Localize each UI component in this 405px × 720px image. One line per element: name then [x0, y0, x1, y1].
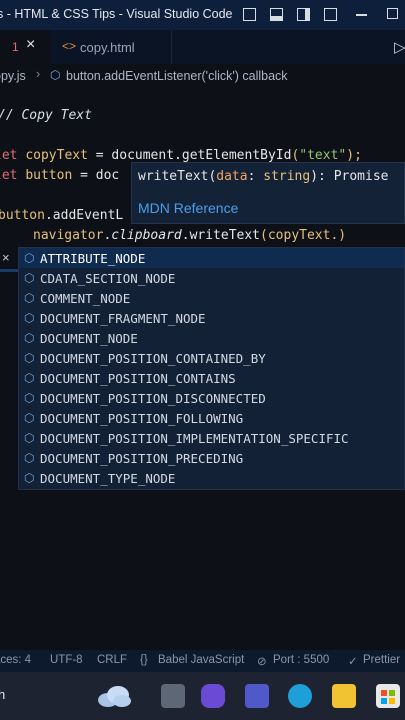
- close-suggestions-icon[interactable]: ×: [2, 250, 10, 265]
- broadcast-icon: ⊘: [257, 656, 267, 668]
- field-icon: ⬡: [24, 451, 35, 465]
- status-language[interactable]: Babel JavaScript: [158, 654, 244, 666]
- field-icon: ⬡: [24, 371, 35, 385]
- status-live-server-port[interactable]: Port : 5500: [273, 654, 329, 666]
- suggestion-item[interactable]: ⬡ DOCUMENT_POSITION_FOLLOWING: [19, 408, 404, 428]
- window-title: s - HTML & CSS Tips - Visual Studio Code: [0, 7, 233, 21]
- field-icon: ⬡: [24, 331, 35, 345]
- minimize-button[interactable]: [356, 14, 367, 16]
- edge-browser-icon[interactable]: [288, 684, 312, 708]
- task-view-icon[interactable]: [161, 684, 185, 708]
- breadcrumb-file[interactable]: opy.js: [0, 69, 26, 83]
- suggestion-item[interactable]: ⬡ CDATA_SECTION_NODE: [19, 268, 404, 288]
- suggestion-item[interactable]: ⬡ DOCUMENT_FRAGMENT_NODE: [19, 308, 404, 328]
- breadcrumb: opy.js › ⬡ button.addEventListener('clic…: [0, 64, 405, 88]
- status-indentation[interactable]: aces: 4: [0, 654, 31, 666]
- toggle-secondary-sidebar-icon[interactable]: [297, 8, 310, 21]
- field-icon: ⬡: [24, 351, 35, 365]
- code-line-button: let button = doc: [0, 168, 120, 183]
- video-call-app-icon[interactable]: [201, 684, 225, 708]
- title-bar: s - HTML & CSS Tips - Visual Studio Code: [0, 0, 405, 30]
- code-line-writetext: navigator.clipboard.writeText(copyText.): [33, 228, 347, 243]
- suggestion-item[interactable]: ⬡ ATTRIBUTE_NODE: [19, 248, 404, 268]
- code-comment: // Copy Text: [0, 108, 92, 123]
- status-prettier[interactable]: Prettier: [363, 654, 400, 666]
- suggestion-item[interactable]: ⬡ COMMENT_NODE: [19, 288, 404, 308]
- maximize-button[interactable]: [387, 8, 398, 19]
- field-icon: ⬡: [24, 471, 35, 485]
- braces-icon: {}: [140, 654, 148, 666]
- close-tab-icon[interactable]: ×: [26, 36, 35, 54]
- field-icon: ⬡: [24, 251, 35, 265]
- breadcrumb-symbol[interactable]: button.addEventListener('click') callbac…: [66, 69, 288, 83]
- editor-tabs: 1 × <> copy.html ▷: [0, 30, 405, 64]
- html-file-icon: <>: [62, 39, 77, 53]
- weather-cloud-icon[interactable]: [96, 684, 132, 708]
- signature-text: writeText(data: string): Promise: [138, 169, 389, 184]
- suggestion-item[interactable]: ⬡ DOCUMENT_POSITION_DISCONNECTED: [19, 388, 404, 408]
- status-eol[interactable]: CRLF: [97, 654, 127, 666]
- tab-problem-count: 1: [12, 40, 19, 54]
- code-line-copytext: let copyText = document.getElementById("…: [0, 148, 362, 163]
- field-icon: ⬡: [24, 291, 35, 305]
- status-bar: aces: 4 UTF-8 CRLF {} Babel JavaScript ⊘…: [0, 650, 405, 672]
- field-icon: ⬡: [24, 411, 35, 425]
- field-icon: ⬡: [24, 391, 35, 405]
- field-icon: ⬡: [24, 431, 35, 445]
- file-explorer-icon[interactable]: [332, 684, 356, 708]
- field-icon: ⬡: [24, 311, 35, 325]
- store-app-icon[interactable]: [376, 684, 400, 708]
- suggestion-item[interactable]: ⬡ DOCUMENT_TYPE_NODE: [19, 468, 404, 488]
- breadcrumb-separator: ›: [36, 67, 41, 81]
- toggle-panel-icon[interactable]: [270, 8, 283, 21]
- suggestion-item[interactable]: ⬡ DOCUMENT_POSITION_PRECEDING: [19, 448, 404, 468]
- autocomplete-list[interactable]: ⬡ ATTRIBUTE_NODE ⬡ CDATA_SECTION_NODE ⬡ COM…: [18, 247, 405, 490]
- parameter-hint-popup: writeText(data: string): Promise MDN Ref…: [131, 162, 405, 224]
- line-highlight-marker: [0, 269, 18, 272]
- code-line-addeventlistener: button.addEventL: [0, 208, 124, 223]
- suggestion-item[interactable]: ⬡ DOCUMENT_NODE: [19, 328, 404, 348]
- suggestion-item[interactable]: ⬡ DOCUMENT_POSITION_IMPLEMENTATION_SPECIF…: [19, 428, 404, 448]
- suggestion-item[interactable]: ⬡ DOCUMENT_POSITION_CONTAINS: [19, 368, 404, 388]
- toggle-primary-sidebar-icon[interactable]: [243, 8, 256, 21]
- taskbar-search-text[interactable]: h: [0, 687, 5, 702]
- field-icon: ⬡: [24, 271, 35, 285]
- status-encoding[interactable]: UTF-8: [50, 654, 83, 666]
- tab-label: copy.html: [80, 40, 135, 55]
- run-icon[interactable]: ▷: [394, 38, 405, 56]
- mdn-reference-link[interactable]: MDN Reference: [138, 200, 238, 216]
- customize-layout-icon[interactable]: [324, 8, 337, 21]
- tab-copy-html[interactable]: <> copy.html: [51, 30, 172, 64]
- teams-app-icon[interactable]: [245, 684, 269, 708]
- suggestion-item[interactable]: ⬡ DOCUMENT_POSITION_CONTAINED_BY: [19, 348, 404, 368]
- tab-active-file[interactable]: 1 ×: [0, 30, 50, 64]
- taskbar: h: [0, 672, 405, 720]
- check-icon: ✓: [348, 656, 358, 668]
- method-symbol-icon: ⬡: [50, 68, 61, 82]
